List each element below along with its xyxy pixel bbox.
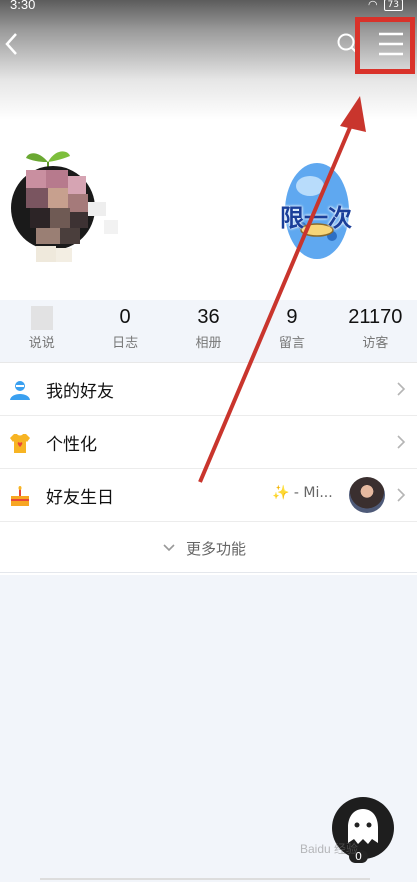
cake-icon: [11, 486, 29, 506]
stat-value: 36: [197, 306, 220, 328]
highlight-box: [355, 17, 415, 74]
status-time: 3:30: [10, 0, 36, 12]
shirt-icon: [10, 434, 30, 453]
blurred-count: [30, 306, 53, 330]
wifi-icon: ◠: [367, 0, 378, 11]
stat-value: 21170: [348, 306, 403, 328]
stat-value: 0: [119, 306, 131, 328]
feature-list: 我的好友 个性化 好友生日 ✨ - Mi... 更多功能: [0, 362, 417, 575]
battery-icon: 73: [383, 0, 403, 11]
avatar-image: [11, 151, 118, 262]
avatar[interactable]: [8, 140, 118, 270]
status-icons: ◠ 73: [368, 0, 403, 11]
chevron-left-icon: [5, 33, 17, 55]
bottom-divider: [40, 878, 370, 880]
birthday-friend-name: ✨ - Mi...: [272, 485, 333, 501]
decoration-badge[interactable]: 限一次: [262, 156, 372, 266]
stat-label: 日志: [112, 336, 139, 351]
stat-value: 9: [286, 306, 298, 328]
status-bar: 3:30 ◠ 73: [0, 0, 417, 16]
stat-album[interactable]: 36 相册: [167, 306, 250, 354]
more-features-label: 更多功能: [186, 540, 247, 558]
chevron-right-icon: [397, 488, 406, 502]
list-item-label: 好友生日: [46, 488, 114, 508]
stat-label: 留言: [278, 336, 305, 351]
stat-shuoshuo[interactable]: 说说: [0, 306, 83, 354]
list-item-label: 我的好友: [46, 382, 114, 402]
chevron-down-icon: [163, 544, 175, 552]
decoration-text: 限一次: [280, 204, 352, 232]
watermark: Baidu 经验: [300, 842, 359, 856]
stat-label: 说说: [28, 336, 55, 351]
stat-label: 访客: [362, 336, 389, 351]
stat-blog[interactable]: 0 日志: [83, 306, 166, 354]
divider: [0, 572, 417, 573]
person-icon: [10, 381, 30, 400]
stats-bar: 说说 0 日志 36 相册 9 留言 21170 访客: [0, 306, 417, 354]
stat-messages[interactable]: 9 留言: [250, 306, 333, 354]
stat-visitors[interactable]: 21170 访客: [334, 306, 417, 354]
list-item-friends[interactable]: 我的好友: [0, 362, 417, 415]
list-item-label: 个性化: [46, 435, 97, 455]
chevron-right-icon: [397, 435, 406, 449]
list-item-birthday[interactable]: 好友生日 ✨ - Mi...: [0, 468, 417, 521]
stat-label: 相册: [195, 336, 222, 351]
more-features-button[interactable]: 更多功能: [0, 521, 417, 575]
back-button[interactable]: [2, 30, 24, 58]
list-item-personalize[interactable]: 个性化: [0, 415, 417, 468]
friend-avatar: [349, 477, 385, 513]
chevron-right-icon: [397, 382, 406, 396]
